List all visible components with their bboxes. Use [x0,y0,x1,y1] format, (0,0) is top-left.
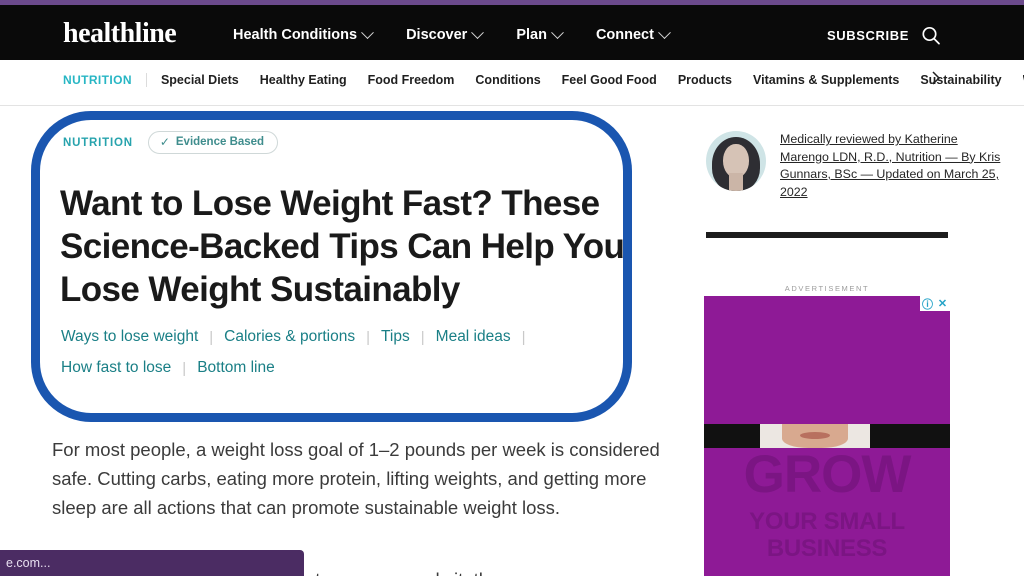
jump-link-how-fast-to-lose[interactable]: How fast to lose [61,359,171,377]
evidence-based-badge[interactable]: ✓ Evidence Based [147,131,279,154]
article-meta-row: NUTRITION ✓ Evidence Based [63,131,279,154]
advertisement-label: ADVERTISEMENT [784,284,870,293]
nav-label: Connect [595,27,654,43]
link-separator: | [420,328,425,346]
check-icon: ✓ [159,135,170,149]
link-separator: | [521,328,526,346]
nav-item-health-conditions[interactable]: Health Conditions [233,25,374,43]
search-icon[interactable] [920,25,942,47]
chevron-down-icon [551,25,564,39]
subnav-item-nutrition[interactable]: NUTRITION [63,73,147,87]
nav-item-connect[interactable]: Connect [595,25,671,43]
article-category[interactable]: NUTRITION [63,137,133,149]
jump-link-bottom-line[interactable]: Bottom line [197,359,275,377]
byline-full-text: Medically reviewed by Katherine Marengo … [780,132,1001,199]
adchoices-controls: ⓘ ✕ [920,296,950,311]
ad-subheadline: YOUR SMALL BUSINESS [749,508,905,562]
subscribe-button[interactable]: SUBSCRIBE [827,28,909,43]
subnav-item-healthy-eating[interactable]: Healthy Eating [260,73,347,87]
nav-item-plan[interactable]: Plan [516,25,564,43]
link-separator: | [209,328,214,346]
jump-link-meal-ideas[interactable]: Meal ideas [436,328,511,346]
advertisement-banner[interactable]: ⓘ ✕ GROW YOUR SMALL BUSINESS [704,296,950,576]
chevron-right-icon[interactable] [928,70,944,86]
ad-headline: GROW [743,445,912,504]
site-masthead: healthline Health Conditions Discover Pl… [0,5,1024,60]
chevron-down-icon [361,25,374,39]
browser-viewport: healthline Health Conditions Discover Pl… [0,0,1024,576]
subnav-item-special-diets[interactable]: Special Diets [161,73,239,87]
nav-label: Plan [516,27,547,43]
status-bar-text: e.com... [6,556,51,570]
link-preview-status-bar: e.com... [0,550,304,576]
subnav-item-food-freedom[interactable]: Food Freedom [368,73,455,87]
info-icon[interactable]: ⓘ [920,296,935,311]
byline-text[interactable]: Medically reviewed by Katherine Marengo … [780,131,1002,201]
nav-label: Health Conditions [233,27,358,43]
article-column: NUTRITION ✓ Evidence Based Want to Lose … [0,106,690,576]
subnav-item-vitamins-supplements[interactable]: Vitamins & Supplements [753,73,899,87]
primary-navigation: Health Conditions Discover Plan Connect [233,25,671,43]
avatar-neck [729,173,743,191]
evidence-based-label: Evidence Based [175,136,265,148]
byline: Medically reviewed by Katherine Marengo … [706,131,1006,201]
link-separator: | [182,359,187,377]
healthline-logo[interactable]: healthline [63,19,177,49]
article-headline: Want to Lose Weight Fast? These Science-… [60,184,625,310]
subnav-item-products[interactable]: Products [678,73,732,87]
nav-label: Discover [406,27,468,43]
category-navigation: NUTRITION Special Diets Healthy Eating F… [63,73,1024,87]
avatar [706,131,766,191]
article-jump-links: Ways to lose weight | Calories & portion… [61,328,591,377]
subnav-item-feel-good-food[interactable]: Feel Good Food [562,73,657,87]
close-icon[interactable]: ✕ [935,296,950,311]
nav-item-discover[interactable]: Discover [406,25,485,43]
subnav-item-conditions[interactable]: Conditions [475,73,540,87]
sidebar-rail: Medically reviewed by Katherine Marengo … [690,106,1024,576]
jump-link-ways-to-lose-weight[interactable]: Ways to lose weight [61,328,198,346]
chevron-down-icon [471,25,485,39]
link-separator: | [366,328,371,346]
chevron-down-icon [658,25,671,39]
jump-link-calories-portions[interactable]: Calories & portions [224,328,355,346]
ad-photo-lips [800,432,830,439]
rail-divider [706,232,948,238]
article-intro-paragraph: For most people, a weight loss goal of 1… [52,438,660,518]
jump-link-tips[interactable]: Tips [381,328,410,346]
category-navigation-bar: NUTRITION Special Diets Healthy Eating F… [0,60,1024,106]
